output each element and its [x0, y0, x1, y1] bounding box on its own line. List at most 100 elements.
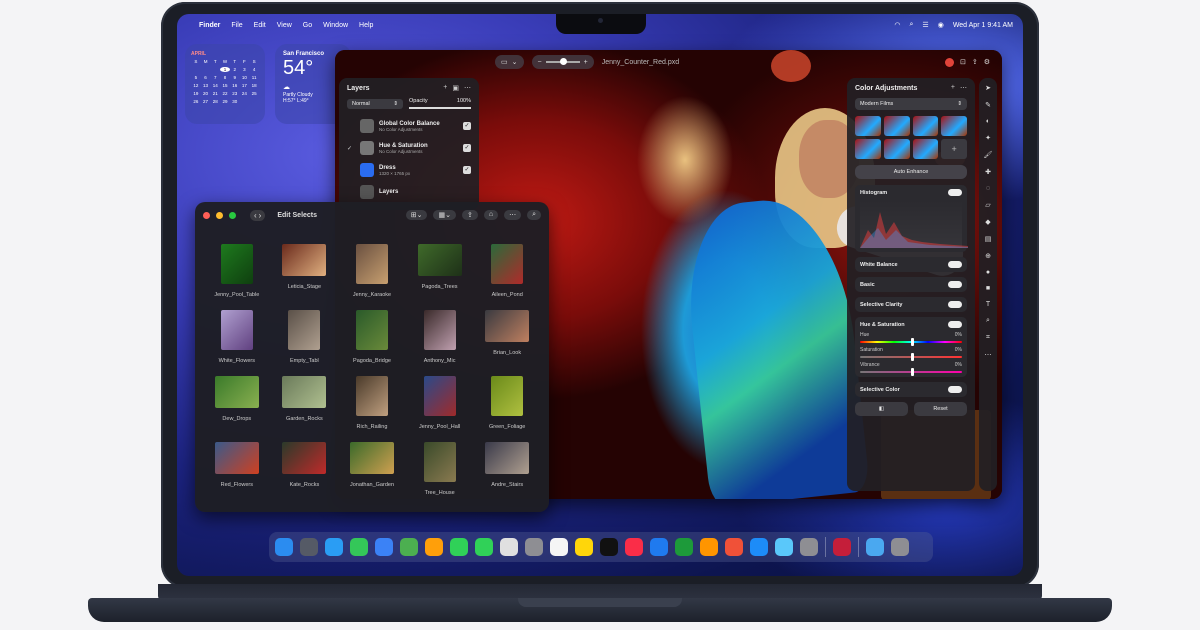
preset-thumb[interactable] — [941, 116, 967, 136]
calendar-day[interactable]: 14 — [210, 83, 220, 88]
pixelmator-icon[interactable] — [833, 538, 851, 556]
layer-row[interactable]: Dress 1320 × 1765 px ✓ — [347, 159, 471, 181]
calendar-day[interactable]: 8 — [220, 75, 230, 80]
more-tools-icon[interactable]: ⋯ — [985, 351, 992, 359]
photo-item[interactable]: Tree_House — [406, 442, 474, 496]
calendar-day[interactable]: 3 — [240, 67, 250, 72]
add-icon[interactable]: + — [951, 84, 955, 92]
preset-thumb[interactable] — [883, 139, 910, 159]
selection-tool-icon[interactable]: ◌ — [986, 185, 990, 192]
calendar-day[interactable]: 5 — [191, 75, 201, 80]
calendar-day[interactable] — [240, 99, 250, 104]
crop-icon[interactable]: ⊡ — [960, 58, 966, 66]
add-preset-button[interactable]: + — [941, 139, 967, 159]
calendar-day[interactable] — [249, 99, 259, 104]
tools-icon[interactable]: ⚙ — [984, 58, 990, 66]
calendar-day[interactable]: 1 — [220, 67, 230, 72]
calendar-day[interactable]: 30 — [230, 99, 240, 104]
auto-enhance-button[interactable]: Auto Enhance — [855, 165, 967, 179]
close-button[interactable] — [203, 211, 210, 219]
calendar-day[interactable]: 7 — [210, 75, 220, 80]
white-balance-toggle[interactable] — [948, 261, 962, 268]
preset-thumb[interactable] — [912, 116, 939, 136]
photo-item[interactable]: Empty_Tabl — [271, 310, 339, 364]
menu-edit[interactable]: Edit — [254, 22, 266, 29]
calendar-day[interactable]: 19 — [191, 91, 201, 96]
photo-item[interactable]: Anthony_Mic — [406, 310, 474, 364]
photo-item[interactable]: White_Flowers — [203, 310, 271, 364]
keynote-icon[interactable] — [650, 538, 668, 556]
basic-toggle[interactable] — [948, 281, 962, 288]
calendar-day[interactable]: 28 — [210, 99, 220, 104]
more-icon[interactable]: ⋯ — [504, 210, 522, 220]
search-icon[interactable]: ⌕ — [527, 210, 541, 220]
safari-icon[interactable] — [325, 538, 343, 556]
calendar-day[interactable]: 15 — [220, 83, 230, 88]
menu-go[interactable]: Go — [303, 22, 312, 29]
calendar-day[interactable]: 18 — [249, 83, 259, 88]
record-icon[interactable] — [944, 57, 954, 67]
menu-app-name[interactable]: Finder — [199, 22, 220, 29]
finder-icon[interactable] — [275, 538, 293, 556]
share-icon[interactable]: ⇪ — [972, 58, 978, 66]
contacts-icon[interactable] — [525, 538, 543, 556]
menu-help[interactable]: Help — [359, 22, 373, 29]
tv-icon[interactable] — [600, 538, 618, 556]
histogram-toggle[interactable] — [948, 189, 962, 196]
star-tool-icon[interactable]: ✦ — [985, 134, 991, 142]
calendar-day[interactable]: 21 — [210, 91, 220, 96]
calendar-day[interactable]: 17 — [240, 83, 250, 88]
menu-clock[interactable]: Wed Apr 1 9:41 AM — [953, 22, 1013, 29]
layer-visibility-checkbox[interactable]: ✓ — [463, 166, 471, 174]
settings-icon[interactable] — [800, 538, 818, 556]
calendar-day[interactable]: 4 — [249, 67, 259, 72]
numbers-icon[interactable] — [675, 538, 693, 556]
wifi-icon[interactable]: ◠ — [894, 21, 900, 29]
layer-visibility-checkbox[interactable]: ✓ — [463, 122, 471, 130]
preset-thumb[interactable] — [883, 116, 910, 136]
photo-item[interactable]: Jenny_Pool_Hall — [406, 376, 474, 430]
mask-icon[interactable]: ▣ — [452, 84, 459, 92]
preset-select[interactable]: Modern Films ⇕ — [855, 98, 967, 110]
hue-saturation-toggle[interactable] — [948, 321, 962, 328]
photo-item[interactable]: Leticia_Stage — [271, 244, 339, 298]
messages-icon[interactable] — [350, 538, 368, 556]
zoom-button[interactable] — [229, 211, 236, 219]
maps-icon[interactable] — [400, 538, 418, 556]
control-center-icon[interactable]: ☰ — [922, 21, 928, 29]
eraser-tool-icon[interactable]: ▱ — [985, 201, 990, 209]
calendar-day[interactable]: 29 — [220, 99, 230, 104]
shape-tool-icon[interactable]: ■ — [986, 285, 990, 292]
layer-visibility-checkbox[interactable]: ✓ — [463, 144, 471, 152]
preset-thumb[interactable] — [855, 116, 881, 136]
calendar-day[interactable]: 22 — [220, 91, 230, 96]
notes-icon[interactable] — [575, 538, 593, 556]
calendar-day[interactable]: 16 — [230, 83, 240, 88]
photo-item[interactable]: Pagoda_Bridge — [338, 310, 406, 364]
blur-tool-icon[interactable]: ● — [986, 269, 990, 276]
calendar-day[interactable] — [191, 67, 201, 72]
layer-row[interactable]: Layers — [347, 181, 471, 203]
reminders-icon[interactable] — [550, 538, 568, 556]
arrow-tool-icon[interactable]: ➤ — [985, 84, 991, 92]
add-layer-icon[interactable]: + — [443, 84, 447, 92]
share-icon[interactable]: ⇪ — [461, 210, 478, 220]
photo-item[interactable]: Jonathan_Garden — [338, 442, 406, 496]
photo-item[interactable]: Jenny_Karaoke — [338, 244, 406, 298]
calendar-day[interactable] — [201, 67, 211, 72]
color-adjust-tool-icon[interactable]: ◐ — [986, 118, 990, 125]
siri-icon[interactable]: ◉ — [938, 21, 944, 29]
preview-icon[interactable] — [775, 538, 793, 556]
calendar-day[interactable]: 27 — [201, 99, 211, 104]
photo-item[interactable]: Aileen_Pond — [473, 244, 541, 298]
calendar-day[interactable]: 2 — [230, 67, 240, 72]
saturation-slider[interactable]: Saturation 0% — [860, 347, 962, 361]
photo-item[interactable]: Garden_Rocks — [271, 376, 339, 430]
clone-tool-icon[interactable]: ⊕ — [985, 252, 991, 260]
preset-thumb[interactable] — [855, 139, 881, 159]
vibrance-slider[interactable]: Vibrance 0% — [860, 362, 962, 376]
pages-icon[interactable] — [700, 538, 718, 556]
zoom-control[interactable]: − + — [531, 55, 594, 69]
crop-tool-icon[interactable]: ⌗ — [986, 334, 990, 342]
retouch-tool-icon[interactable]: ✚ — [985, 168, 991, 176]
